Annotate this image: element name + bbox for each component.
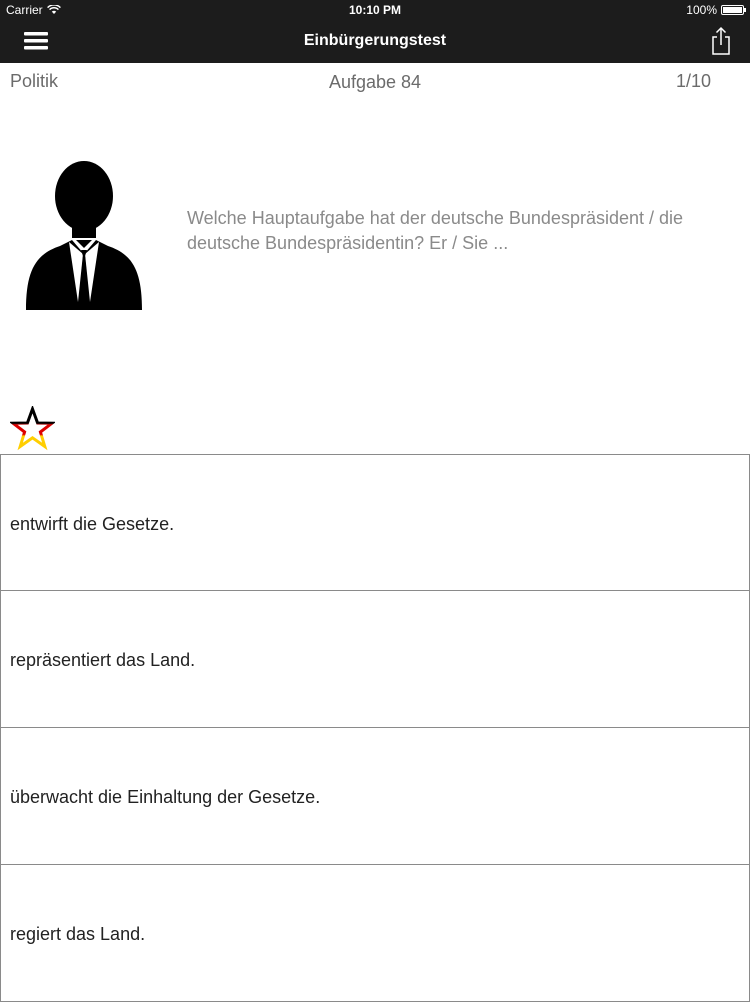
question-illustration <box>22 158 146 310</box>
menu-button[interactable] <box>20 28 52 54</box>
hamburger-menu-icon <box>24 32 48 50</box>
clock: 10:10 PM <box>348 3 402 17</box>
question-header: Politik Aufgabe 84 1/10 <box>0 63 750 103</box>
battery-percent: 100% <box>686 3 717 17</box>
share-icon <box>712 26 730 55</box>
star-icon <box>8 404 57 451</box>
answer-label: regiert das Land. <box>10 924 146 944</box>
answer-label: repräsentiert das Land. <box>10 650 196 670</box>
answer-option-4[interactable]: regiert das Land. <box>0 865 750 1002</box>
question-text: Welche Hauptaufgabe hat der deutsche Bun… <box>187 208 684 253</box>
person-silhouette-icon <box>26 161 142 310</box>
battery-icon <box>721 5 746 15</box>
favorite-button[interactable] <box>8 404 57 451</box>
answer-option-1[interactable]: entwirft die Gesetze. <box>0 454 750 591</box>
task-number: Aufgabe 84 <box>328 72 422 92</box>
answer-label: überwacht die Einhaltung der Gesetze. <box>10 787 321 807</box>
answer-label: entwirft die Gesetze. <box>10 514 175 534</box>
answer-option-3[interactable]: überwacht die Einhaltung der Gesetze. <box>0 728 750 865</box>
navigation-bar: Einbürgerungstest <box>0 20 750 63</box>
answer-option-2[interactable]: repräsentiert das Land. <box>0 591 750 728</box>
battery-indicator: 100% <box>686 3 746 17</box>
app-title: Einbürgerungstest <box>303 32 447 49</box>
answer-list: entwirft die Gesetze. repräsentiert das … <box>0 454 750 1002</box>
status-bar: Carrier 10:10 PM 100% <box>0 0 750 20</box>
share-button[interactable] <box>708 26 734 56</box>
progress-counter: 1/10 <box>675 71 711 91</box>
